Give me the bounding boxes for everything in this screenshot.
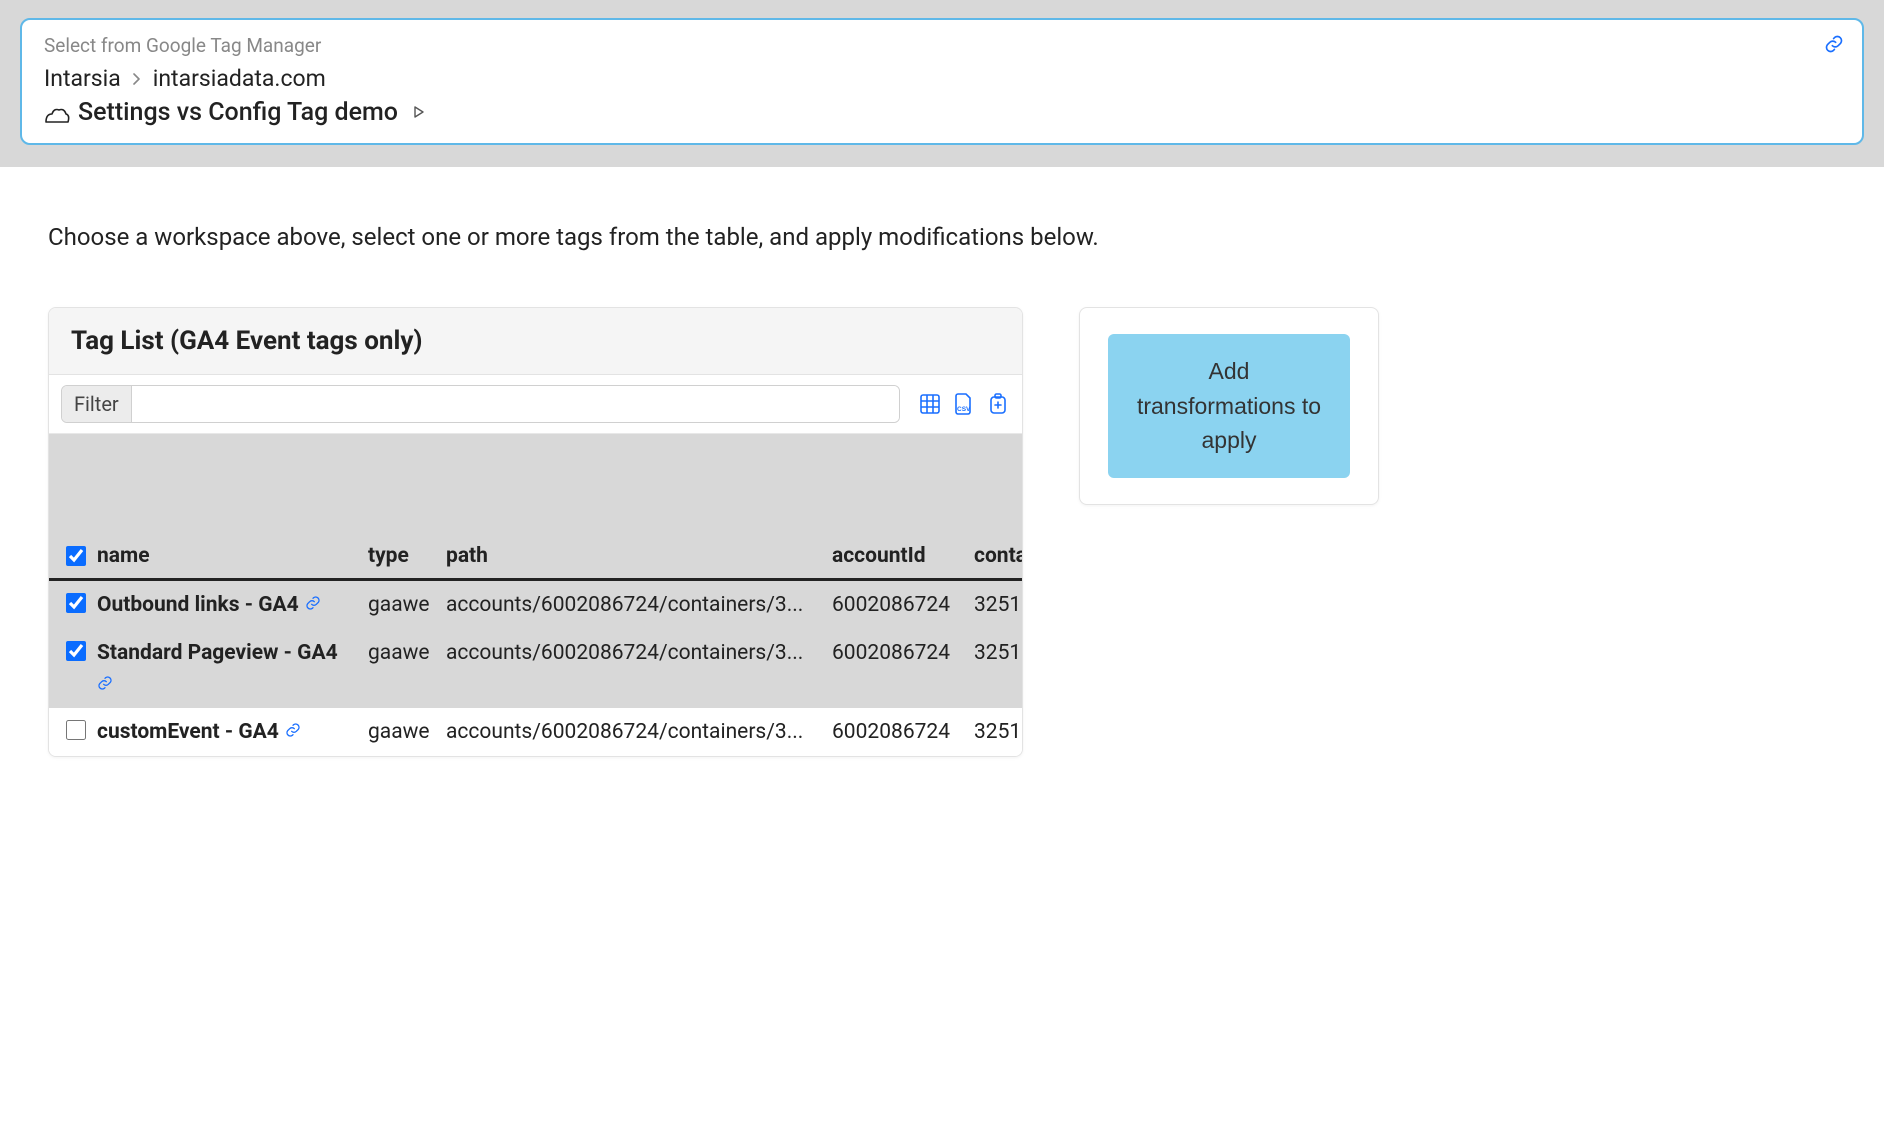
row-type: gaawe — [368, 641, 446, 665]
header-accountid[interactable]: accountId — [832, 544, 974, 568]
container-icon — [44, 104, 68, 122]
row-containerid: 32518 — [974, 720, 1023, 744]
table-title: Tag List (GA4 Event tags only) — [49, 308, 1022, 375]
main-area: Choose a workspace above, select one or … — [0, 167, 1884, 797]
filter-input[interactable] — [132, 386, 899, 422]
row-accountid: 6002086724 — [832, 720, 974, 744]
toolbar-icons: CSV — [906, 392, 1010, 416]
tag-list-card: Tag List (GA4 Event tags only) Filter — [48, 307, 1023, 757]
breadcrumb: Intarsia intarsiadata.com — [44, 65, 1840, 92]
select-all-checkbox[interactable] — [66, 546, 86, 566]
table-row[interactable]: customEvent - GA4 gaawe accounts/6002086… — [49, 708, 1022, 756]
header-checkbox-cell — [59, 546, 93, 566]
row-type: gaawe — [368, 593, 446, 617]
filter-row: Filter — [49, 375, 1022, 434]
link-icon[interactable] — [97, 675, 368, 696]
transformations-card: Add transformations to apply — [1079, 307, 1379, 505]
top-bar: Select from Google Tag Manager Intarsia … — [0, 0, 1884, 167]
row-type: gaawe — [368, 720, 446, 744]
add-transformations-button[interactable]: Add transformations to apply — [1108, 334, 1350, 478]
row-accountid: 6002086724 — [832, 641, 974, 665]
selector-label: Select from Google Tag Manager — [44, 34, 1840, 57]
table-row[interactable]: Outbound links - GA4 gaawe accounts/6002… — [49, 581, 1022, 629]
svg-text:CSV: CSV — [957, 406, 971, 413]
copy-add-icon[interactable] — [986, 392, 1010, 416]
header-type[interactable]: type — [368, 544, 446, 568]
row-name: customEvent - GA4 — [97, 720, 279, 744]
row-checkbox[interactable] — [66, 720, 86, 740]
header-name[interactable]: name — [93, 544, 368, 568]
row-accountid: 6002086724 — [832, 593, 974, 617]
table-header-row: name type path accountId conta — [49, 534, 1022, 581]
row-path: accounts/6002086724/containers/3... — [446, 641, 832, 665]
instructions-text: Choose a workspace above, select one or … — [48, 223, 1836, 251]
grid-view-icon[interactable] — [918, 392, 942, 416]
row-path: accounts/6002086724/containers/3... — [446, 720, 832, 744]
row-checkbox[interactable] — [66, 641, 86, 661]
row-name: Standard Pageview - GA4 — [97, 641, 338, 665]
row-path: accounts/6002086724/containers/3... — [446, 593, 832, 617]
content-row: Tag List (GA4 Event tags only) Filter — [48, 307, 1836, 757]
row-checkbox[interactable] — [66, 593, 86, 613]
table-spacer — [49, 434, 1022, 534]
header-path[interactable]: path — [446, 544, 832, 568]
gtm-selector-box[interactable]: Select from Google Tag Manager Intarsia … — [20, 18, 1864, 145]
filter-wrap: Filter — [61, 385, 900, 423]
row-containerid: 32518 — [974, 641, 1023, 665]
breadcrumb-account[interactable]: Intarsia — [44, 65, 121, 92]
chevron-right-icon — [131, 67, 143, 90]
table-row[interactable]: Standard Pageview - GA4 gaawe accounts/6… — [49, 629, 1022, 708]
link-icon[interactable] — [1824, 34, 1844, 60]
header-containerid[interactable]: conta — [974, 544, 1023, 568]
workspace-row[interactable]: Settings vs Config Tag demo — [44, 98, 1840, 127]
chevron-play-icon — [412, 101, 426, 124]
link-icon[interactable] — [305, 595, 321, 616]
breadcrumb-container[interactable]: intarsiadata.com — [153, 65, 326, 92]
filter-label: Filter — [62, 386, 132, 422]
link-icon[interactable] — [285, 722, 301, 743]
workspace-name: Settings vs Config Tag demo — [78, 98, 398, 127]
csv-export-icon[interactable]: CSV — [952, 392, 976, 416]
row-name: Outbound links - GA4 — [97, 593, 299, 617]
row-containerid: 32518 — [974, 593, 1023, 617]
